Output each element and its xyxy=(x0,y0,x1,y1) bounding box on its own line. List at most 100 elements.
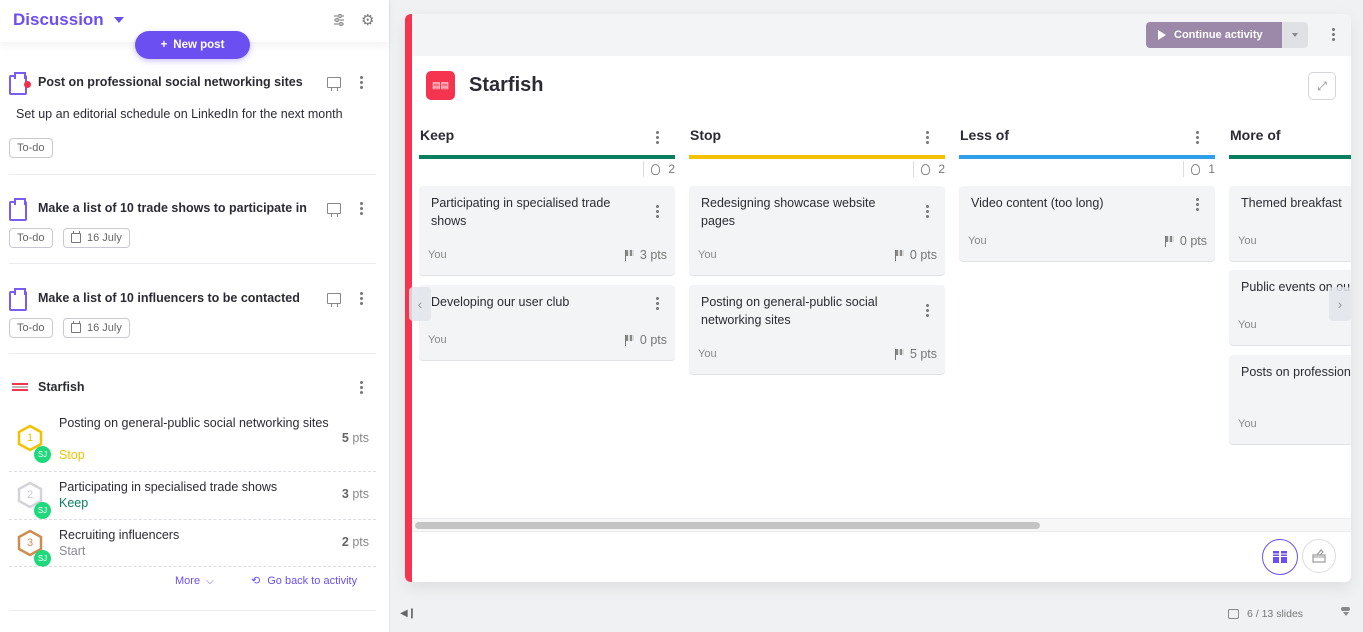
lightbulb-icon xyxy=(651,163,661,175)
more-options-icon[interactable] xyxy=(1195,131,1199,144)
lightbulb-icon xyxy=(921,163,931,175)
ranking-category: Stop xyxy=(59,448,85,462)
column-title: More of xyxy=(1230,127,1281,143)
calendar-icon xyxy=(71,321,81,333)
more-options-icon[interactable] xyxy=(925,205,929,218)
idea-card[interactable]: Redesigning showcase website pages You 0… xyxy=(689,186,945,275)
idea-card[interactable]: Posting on general-public social network… xyxy=(689,285,945,374)
due-date-chip[interactable]: 16 July xyxy=(63,228,130,248)
new-post-button[interactable]: + New post xyxy=(135,31,250,59)
clipboard-icon xyxy=(9,198,27,221)
divider xyxy=(9,263,376,264)
post-title: Make a list of 10 influencers to be cont… xyxy=(38,291,300,305)
chevron-down-icon xyxy=(1342,612,1349,616)
column-color-bar xyxy=(419,155,675,159)
notification-dot xyxy=(24,81,31,88)
ranking-text: Recruiting influencers xyxy=(59,528,180,542)
checkered-flag-icon xyxy=(624,249,636,261)
starfish-icon xyxy=(12,383,28,392)
ranking-item: 2 SJ Participating in specialised trade … xyxy=(9,477,376,521)
divider xyxy=(9,174,376,175)
column-title: Stop xyxy=(690,127,722,143)
scroll-right-button[interactable]: › xyxy=(1329,287,1351,321)
column-title: Less of xyxy=(960,127,1010,143)
collapse-panel-button[interactable]: ◀❙ xyxy=(400,608,416,619)
activity-title: Starfish xyxy=(38,380,85,394)
more-options-icon[interactable] xyxy=(655,131,659,144)
play-icon xyxy=(1158,30,1166,40)
plus-icon: + xyxy=(160,39,168,51)
avatar: SJ xyxy=(34,502,51,519)
ranking-item: 1 SJ Posting on general-public social ne… xyxy=(9,412,376,468)
idea-count: 1 xyxy=(1183,161,1215,177)
scroll-left-button[interactable]: ‹ xyxy=(409,287,431,321)
gear-icon[interactable]: ⚙ xyxy=(361,11,374,29)
more-options-icon[interactable] xyxy=(359,76,363,89)
idea-card[interactable]: Posts on professional networking sites Y… xyxy=(1229,355,1351,444)
chevron-right-icon: › xyxy=(1337,296,1343,312)
ranking-category: Keep xyxy=(59,496,89,510)
status-chip[interactable]: To-do xyxy=(9,228,53,248)
board-view-icon xyxy=(1273,551,1287,563)
slide-menu-button[interactable] xyxy=(1341,607,1350,616)
more-options-icon[interactable] xyxy=(359,292,363,305)
history-icon: ⟲ xyxy=(251,575,261,587)
discussion-panel: Discussion ⚙ + New post Post on professio… xyxy=(0,0,390,632)
more-options-icon[interactable] xyxy=(925,304,929,317)
checkered-flag-icon xyxy=(894,249,906,261)
column-color-bar xyxy=(1229,155,1351,159)
checkered-flag-icon xyxy=(624,334,636,346)
more-button[interactable]: More ⌵ xyxy=(175,575,214,587)
filter-icon[interactable] xyxy=(333,14,347,28)
avatar: SJ xyxy=(34,446,51,463)
divider xyxy=(9,566,376,567)
comment-icon[interactable] xyxy=(327,203,341,217)
status-chip[interactable]: To-do xyxy=(9,138,53,158)
chevron-down-icon xyxy=(1292,33,1298,37)
horizontal-scrollbar[interactable] xyxy=(412,518,1351,532)
comment-icon[interactable] xyxy=(327,293,341,307)
ranking-points: 2 pts xyxy=(341,535,369,549)
idea-card[interactable]: Developing our user club You 0 pts xyxy=(419,285,675,360)
ranking-item: 3 SJ Recruiting influencers Start 2 pts xyxy=(9,525,376,569)
due-date-chip[interactable]: 16 July xyxy=(63,318,130,338)
status-chip[interactable]: To-do xyxy=(9,318,53,338)
ranking-points: 3 pts xyxy=(341,487,369,501)
idea-card[interactable]: Participating in specialised trade shows… xyxy=(419,186,675,275)
board-view-button[interactable] xyxy=(1262,539,1298,575)
go-back-to-activity-link[interactable]: ⟲ Go back to activity xyxy=(251,574,357,588)
idea-card[interactable]: Themed breakfast You xyxy=(1229,186,1351,261)
comment-icon[interactable] xyxy=(327,77,341,91)
post-item[interactable]: Make a list of 10 influencers to be cont… xyxy=(9,288,376,340)
more-options-icon[interactable] xyxy=(1195,198,1199,211)
activity-post-header[interactable]: Starfish xyxy=(9,378,376,398)
more-options-icon[interactable] xyxy=(1331,28,1335,41)
continue-activity-button[interactable]: Continue activity xyxy=(1146,22,1282,48)
chevron-left-icon: ‹ xyxy=(417,296,423,312)
ranking-text: Participating in specialised trade shows xyxy=(59,480,278,494)
more-options-icon[interactable] xyxy=(655,205,659,218)
ranking-points: 5 pts xyxy=(341,431,369,445)
post-item[interactable]: Post on professional social networking s… xyxy=(9,72,376,162)
more-options-icon[interactable] xyxy=(359,202,363,215)
lightbulb-icon xyxy=(1191,163,1201,175)
scrollbar-thumb[interactable] xyxy=(415,522,1040,529)
more-options-icon[interactable] xyxy=(925,131,929,144)
divider xyxy=(9,610,376,611)
continue-options-dropdown[interactable] xyxy=(1282,22,1308,48)
idea-count: 2 xyxy=(643,161,675,177)
clipboard-icon xyxy=(9,72,31,95)
idea-card[interactable]: Video content (too long) You 0 pts xyxy=(959,186,1215,261)
post-title: Make a list of 10 trade shows to partici… xyxy=(38,201,307,215)
calendar-icon xyxy=(71,231,81,243)
more-options-icon[interactable] xyxy=(655,297,659,310)
slides-icon xyxy=(1228,609,1239,619)
post-item[interactable]: Make a list of 10 trade shows to partici… xyxy=(9,198,376,250)
ballot-box-icon xyxy=(1312,549,1326,563)
more-options-icon[interactable] xyxy=(359,381,363,394)
vote-view-button[interactable] xyxy=(1302,539,1336,573)
activity-title: Starfish xyxy=(469,74,544,96)
expand-icon[interactable]: ⤢ xyxy=(1308,72,1336,100)
discussion-dropdown[interactable]: Discussion xyxy=(13,10,124,30)
column-color-bar xyxy=(689,155,945,159)
